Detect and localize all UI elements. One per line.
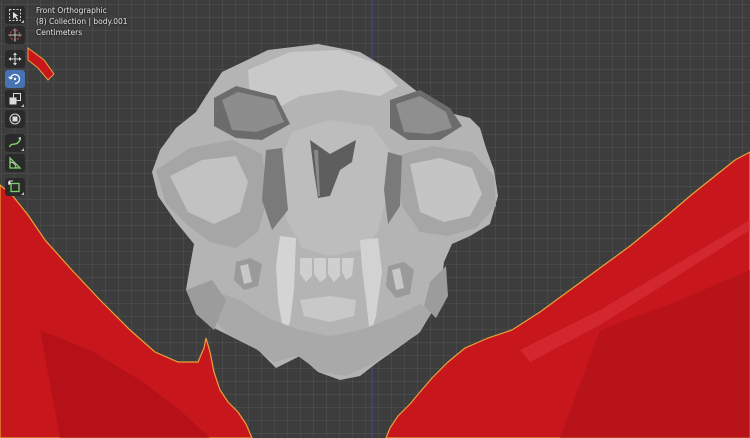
add-cube-tool[interactable] — [5, 178, 25, 196]
viewport-scene[interactable] — [0, 0, 750, 438]
rotate-tool[interactable] — [5, 70, 25, 88]
body-mesh-top-left[interactable] — [27, 47, 55, 81]
cursor-tool[interactable] — [5, 26, 25, 44]
view-name-label: Front Orthographic — [36, 6, 107, 15]
tool-shelf — [5, 6, 27, 198]
units-label: Centimeters — [36, 28, 83, 37]
scale-icon — [9, 93, 21, 105]
add-cube-icon — [8, 180, 20, 193]
annotate-tool[interactable] — [5, 134, 25, 152]
collection-info-label: (8) Collection | body.001 — [36, 17, 128, 26]
viewport-info-overlay: Front Orthographic (8) Collection | body… — [36, 5, 128, 38]
transform-icon — [9, 113, 21, 125]
cursor-icon — [8, 28, 22, 42]
scale-tool[interactable] — [5, 90, 25, 108]
measure-icon — [9, 156, 22, 169]
annotate-icon — [8, 137, 22, 148]
select-box-icon — [9, 9, 21, 21]
move-tool[interactable] — [5, 50, 25, 68]
rotate-icon — [8, 73, 21, 85]
select-box-tool[interactable] — [5, 6, 25, 24]
transform-tool[interactable] — [5, 110, 25, 128]
move-icon — [8, 52, 22, 66]
3d-viewport[interactable] — [0, 0, 750, 438]
measure-tool[interactable] — [5, 154, 25, 172]
skull-mesh[interactable] — [152, 44, 498, 380]
